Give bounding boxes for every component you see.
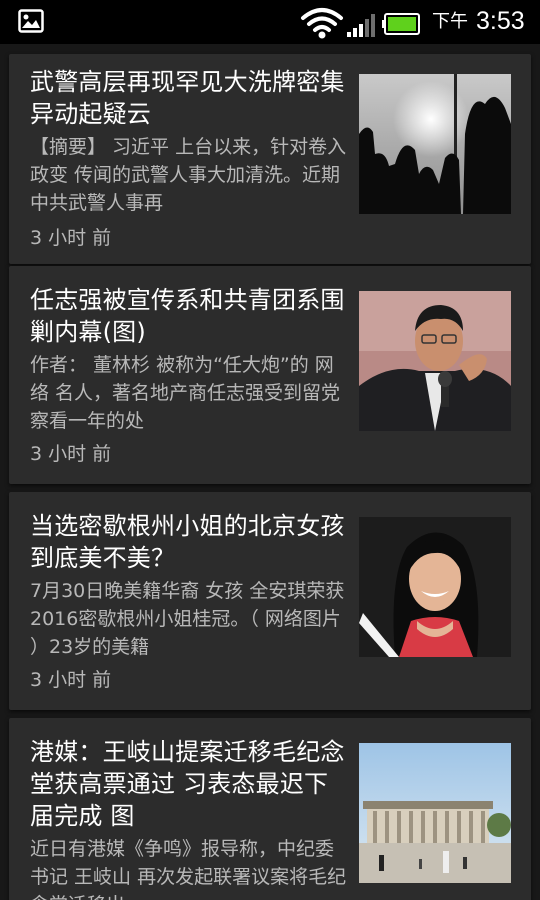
article-title: 任志强被宣传系和共青团系围剿内幕(图) — [30, 286, 345, 346]
pageant-winner-thumbnail[interactable] — [359, 517, 511, 657]
article-title: 港媒：王岐山提案迁移毛纪念堂获高票通过 习表态最迟下届完成 图 — [30, 738, 345, 830]
article-time: 3 小时 前 — [30, 227, 112, 249]
news-card[interactable]: 任志强被宣传系和共青团系围剿内幕(图) 作者： 董林杉 被称为“任大炮”的 网络… — [9, 266, 531, 484]
battery-charging-icon — [382, 12, 422, 36]
status-bar: 下午 3:53 — [0, 0, 540, 44]
article-summary: 【摘要】 习近平 上台以来，针对卷入 政变 传闻的武警人事大加清洗。近期中共武警… — [30, 136, 347, 214]
news-card[interactable]: 港媒：王岐山提案迁移毛纪念堂获高票通过 习表态最迟下届完成 图 近日有港媒《争鸣… — [9, 718, 531, 900]
news-feed[interactable]: 武警高层再现罕见大洗牌密集异动起疑云 【摘要】 习近平 上台以来，针对卷入 政变… — [0, 44, 540, 900]
article-summary: 7月30日晚美籍华裔 女孩 全安琪荣获2016密歇根州小姐桂冠。（ 网络图片 ）… — [30, 580, 345, 658]
memorial-hall-thumbnail[interactable] — [359, 743, 511, 883]
news-card[interactable]: 当选密歇根州小姐的北京女孩到底美不美？ 7月30日晚美籍华裔 女孩 全安琪荣获2… — [9, 492, 531, 710]
article-title: 武警高层再现罕见大洗牌密集异动起疑云 — [30, 68, 345, 128]
article-summary: 近日有港媒《争鸣》报导称，中纪委书记 王岐山 再次发起联署议案将毛纪念堂迁移出 — [30, 838, 347, 900]
gallery-icon — [18, 9, 44, 33]
article-time: 3 小时 前 — [30, 669, 112, 691]
signal-strength-icon — [346, 10, 380, 38]
article-summary: 作者： 董林杉 被称为“任大炮”的 网络 名人，著名地产商任志强受到留党察看一年… — [30, 354, 341, 432]
article-title: 当选密歇根州小姐的北京女孩到底美不美？ — [30, 512, 345, 572]
clock-ampm: 下午 — [432, 11, 468, 32]
news-card[interactable]: 武警高层再现罕见大洗牌密集异动起疑云 【摘要】 习近平 上台以来，针对卷入 政变… — [9, 54, 531, 264]
clock-time: 3:53 — [476, 7, 525, 35]
soldiers-silhouette-thumbnail[interactable] — [359, 74, 511, 214]
article-time: 3 小时 前 — [30, 443, 112, 465]
wifi-icon — [300, 7, 344, 39]
man-with-microphone-thumbnail[interactable] — [359, 291, 511, 431]
news-app-screen: 下午 3:53 武警高层再现罕见大洗牌密集异动起疑云 【摘要】 习近平 上台以来… — [0, 0, 540, 900]
